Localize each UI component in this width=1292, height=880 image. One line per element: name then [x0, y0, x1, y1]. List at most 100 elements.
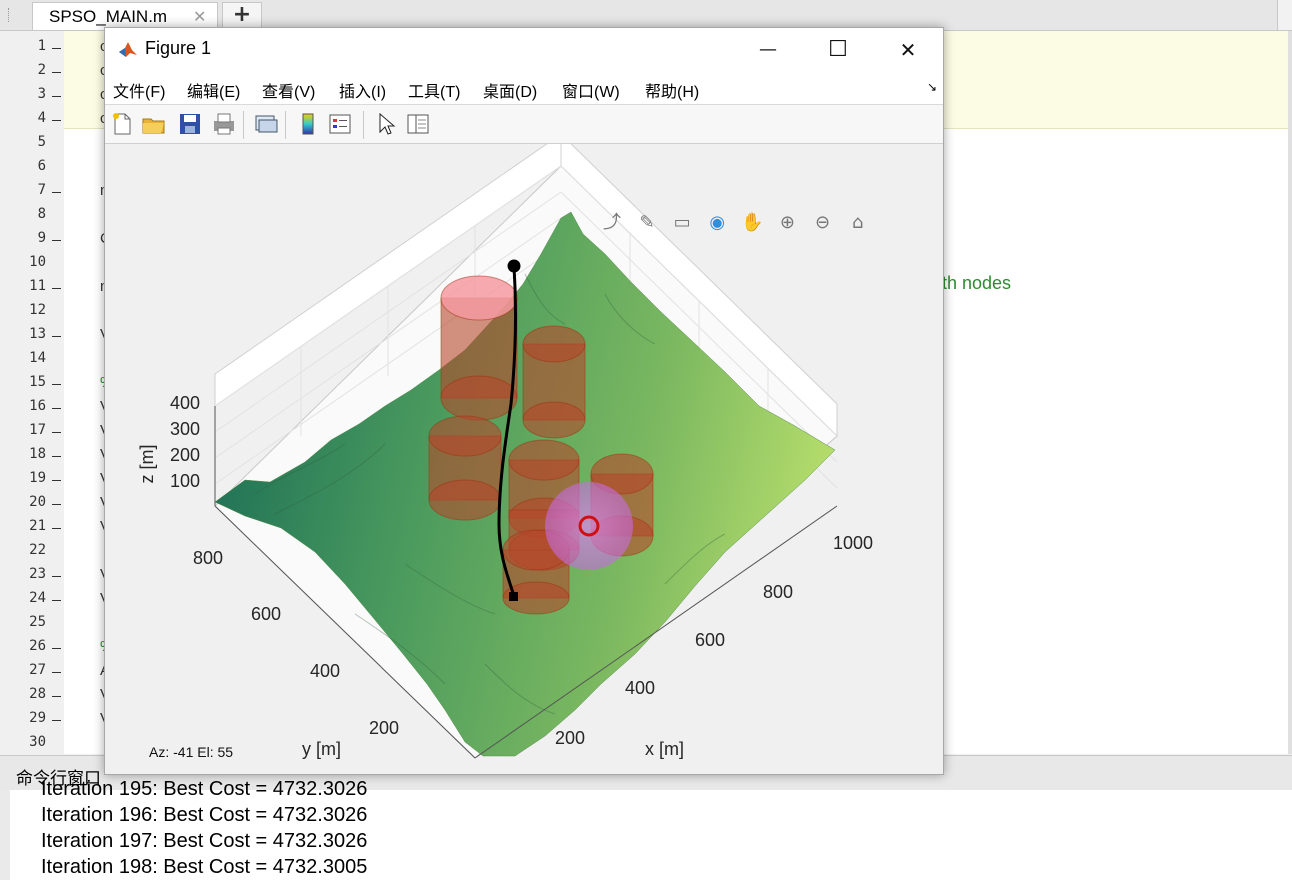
line-number: 6: [37, 158, 46, 174]
breakpoint-dash[interactable]: [52, 672, 61, 673]
figure-title-bar[interactable]: Figure 1 — ☐ ✕: [105, 28, 943, 72]
line-number: 3: [37, 86, 46, 102]
datatip-icon[interactable]: ▭: [667, 208, 697, 238]
y-tick-label: 400: [310, 661, 340, 681]
property-inspector-icon[interactable]: [405, 111, 431, 137]
menu-tools[interactable]: 工具(T): [408, 78, 460, 102]
breakpoint-dash[interactable]: [52, 120, 61, 121]
code-comment: th nodes: [942, 273, 1012, 293]
menu-window[interactable]: 窗口(W): [562, 78, 620, 102]
z-tick-label: 400: [170, 393, 200, 413]
menu-insert[interactable]: 插入(I): [339, 78, 386, 102]
breakpoint-dash[interactable]: [52, 648, 61, 649]
breakpoint-dash[interactable]: [52, 192, 61, 193]
y-tick-label: 800: [193, 548, 223, 568]
editor-scrollbar[interactable]: [1288, 31, 1292, 754]
breakpoint-dash[interactable]: [52, 576, 61, 577]
breakpoint-dash[interactable]: [52, 600, 61, 601]
breakpoint-dash[interactable]: [52, 48, 61, 49]
minimize-button[interactable]: —: [733, 28, 803, 72]
new-file-icon[interactable]: [109, 111, 135, 137]
breakpoint-dash[interactable]: [52, 432, 61, 433]
home-icon[interactable]: ⌂: [843, 208, 873, 238]
line-number: 21: [29, 518, 46, 534]
undock-arrow-icon[interactable]: ↘: [927, 80, 937, 94]
line-number: 20: [29, 494, 46, 510]
figure-title: Figure 1: [145, 38, 212, 58]
z-tick-label: 300: [170, 419, 200, 439]
maximize-button[interactable]: ☐: [803, 28, 873, 72]
toolbar-separator: [363, 111, 364, 139]
menu-help[interactable]: 帮助(H): [645, 78, 699, 102]
pointer-icon[interactable]: [373, 111, 399, 137]
x-tick-label: 200: [555, 728, 585, 748]
zoom-out-icon[interactable]: ⊖: [808, 208, 838, 238]
menu-view[interactable]: 查看(V): [262, 78, 315, 102]
line-number: 19: [29, 470, 46, 486]
print-icon[interactable]: [211, 111, 237, 137]
figure-window[interactable]: Figure 1 — ☐ ✕ 文件(F) 编辑(E) 查看(V) 插入(I) 工…: [104, 27, 944, 775]
toolbar-separator: [285, 111, 286, 139]
legend-icon[interactable]: [327, 111, 353, 137]
link-plot-icon[interactable]: [253, 111, 279, 137]
breakpoint-dash[interactable]: [52, 696, 61, 697]
breakpoint-dash[interactable]: [52, 384, 61, 385]
pan-icon[interactable]: ✋: [737, 208, 767, 238]
command-output-line: Iteration 197: Best Cost = 4732.3026: [41, 830, 368, 852]
breakpoint-dash[interactable]: [52, 240, 61, 241]
brush-icon[interactable]: ✎: [632, 208, 662, 238]
menu-file[interactable]: 文件(F): [113, 78, 165, 102]
close-button[interactable]: ✕: [873, 28, 943, 72]
add-tab-button[interactable]: +: [222, 2, 262, 30]
tab-bar-grip[interactable]: [8, 8, 12, 22]
line-number: 14: [29, 350, 46, 366]
tab-bar-scroll[interactable]: [1277, 0, 1292, 30]
cylinder-bottom: [440, 375, 518, 421]
line-number: 16: [29, 398, 46, 414]
z-tick-label: 200: [170, 445, 200, 465]
line-number: 11: [29, 278, 46, 294]
menu-edit[interactable]: 编辑(E): [187, 78, 240, 102]
command-output-line: Iteration 196: Best Cost = 4732.3026: [41, 804, 368, 826]
sphere-obstacle: [545, 482, 633, 570]
breakpoint-dash[interactable]: [52, 720, 61, 721]
figure-toolbar: [105, 105, 943, 144]
cylinder-bottom: [428, 479, 502, 521]
breakpoint-dash[interactable]: [52, 336, 61, 337]
breakpoint-dash[interactable]: [52, 408, 61, 409]
x-tick-label: 800: [763, 582, 793, 602]
breakpoint-dash[interactable]: [52, 456, 61, 457]
breakpoint-dash[interactable]: [52, 96, 61, 97]
line-number: 30: [29, 734, 46, 750]
export-icon[interactable]: ⤴: [597, 208, 627, 238]
breakpoint-dash[interactable]: [52, 480, 61, 481]
colorbar-icon[interactable]: [295, 111, 321, 137]
breakpoint-dash[interactable]: [52, 72, 61, 73]
line-number: 29: [29, 710, 46, 726]
line-number: 25: [29, 614, 46, 630]
open-folder-icon[interactable]: [141, 111, 167, 137]
rotate-3d-icon[interactable]: ◉: [702, 208, 732, 238]
plot-area[interactable]: 400 300 200 100 z [m] 800 600 400 200 y …: [105, 132, 943, 774]
save-icon[interactable]: [177, 111, 203, 137]
toolbar-separator: [243, 111, 244, 139]
cylinder-top: [522, 325, 586, 363]
line-number: 5: [37, 134, 46, 150]
line-number: 28: [29, 686, 46, 702]
tab-label: SPSO_MAIN.m: [49, 7, 168, 26]
menu-desktop[interactable]: 桌面(D): [483, 78, 537, 102]
x-tick-label: 600: [695, 630, 725, 650]
line-number: 17: [29, 422, 46, 438]
line-number: 7: [37, 182, 46, 198]
cylinder-top: [428, 415, 502, 457]
breakpoint-dash[interactable]: [52, 288, 61, 289]
breakpoint-dash[interactable]: [52, 528, 61, 529]
path-end-marker: [507, 259, 521, 273]
zoom-in-icon[interactable]: ⊕: [772, 208, 802, 238]
close-tab-icon[interactable]: ✕: [193, 7, 206, 26]
tab-spso-main[interactable]: SPSO_MAIN.m ✕: [32, 2, 218, 30]
3d-surface-plot[interactable]: 400 300 200 100 z [m] 800 600 400 200 y …: [105, 132, 943, 774]
breakpoint-dash[interactable]: [52, 504, 61, 505]
command-window-scrollbar[interactable]: [0, 790, 10, 880]
command-window[interactable]: Iteration 195: Best Cost = 4732.3026 Ite…: [0, 778, 1292, 880]
